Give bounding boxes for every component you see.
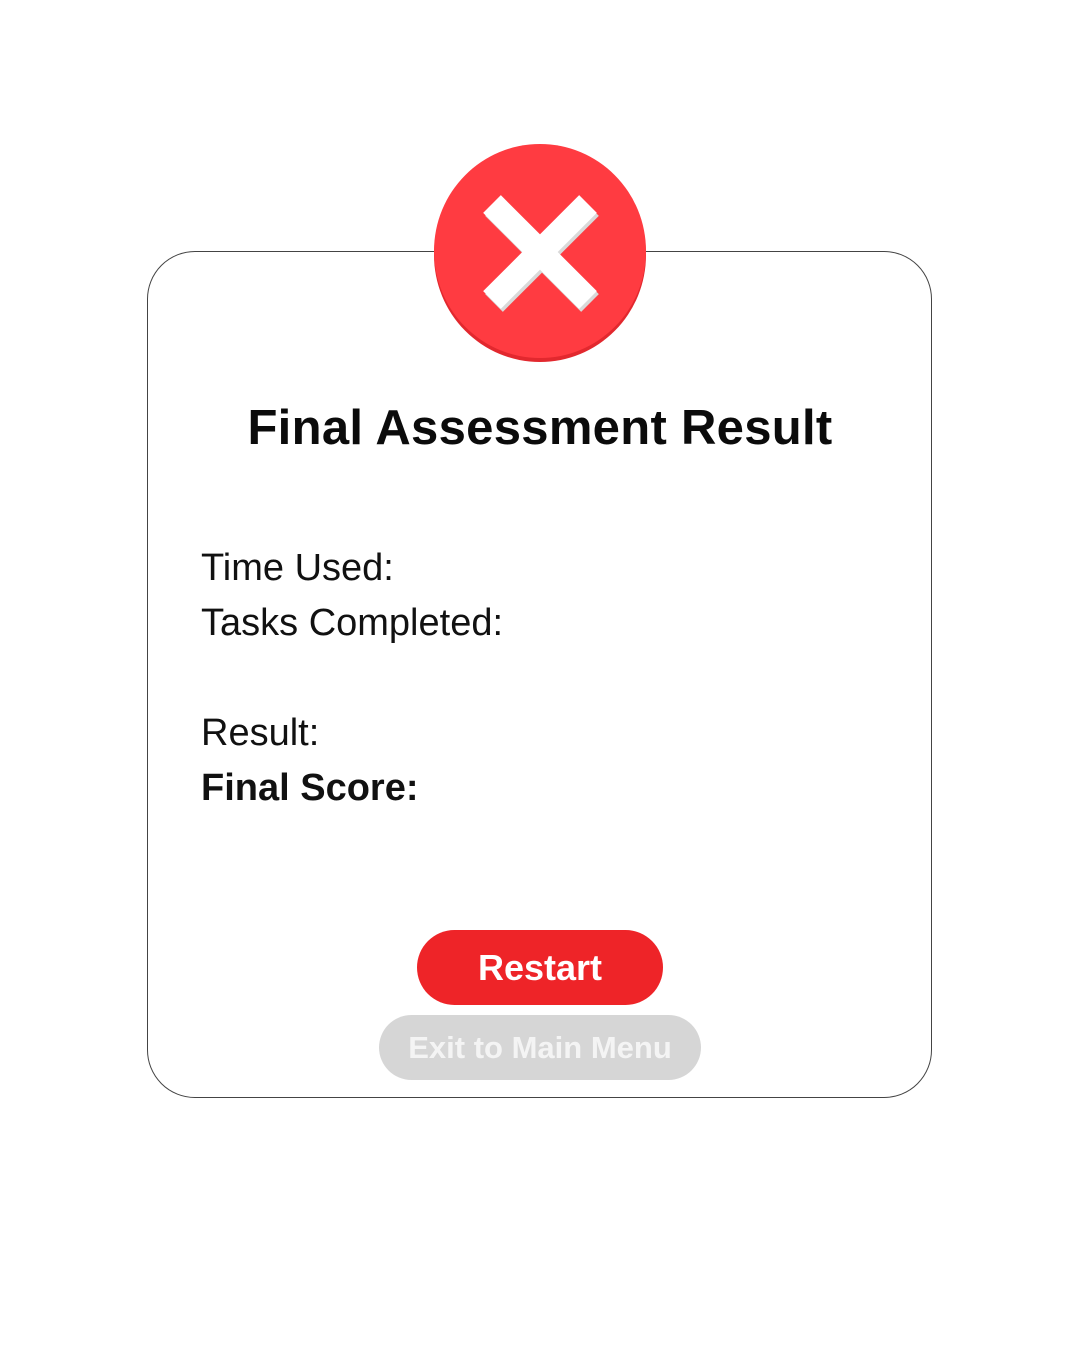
final-score-label: Final Score:: [201, 767, 419, 809]
result-label: Result:: [201, 712, 320, 754]
page-title: Final Assessment Result: [247, 401, 833, 455]
error-x-icon: [434, 144, 646, 358]
exit-to-main-menu-button[interactable]: Exit to Main Menu: [379, 1015, 701, 1080]
time-used-label: Time Used:: [201, 547, 394, 589]
restart-button[interactable]: Restart: [417, 930, 663, 1005]
tasks-completed-label: Tasks Completed:: [201, 602, 504, 644]
